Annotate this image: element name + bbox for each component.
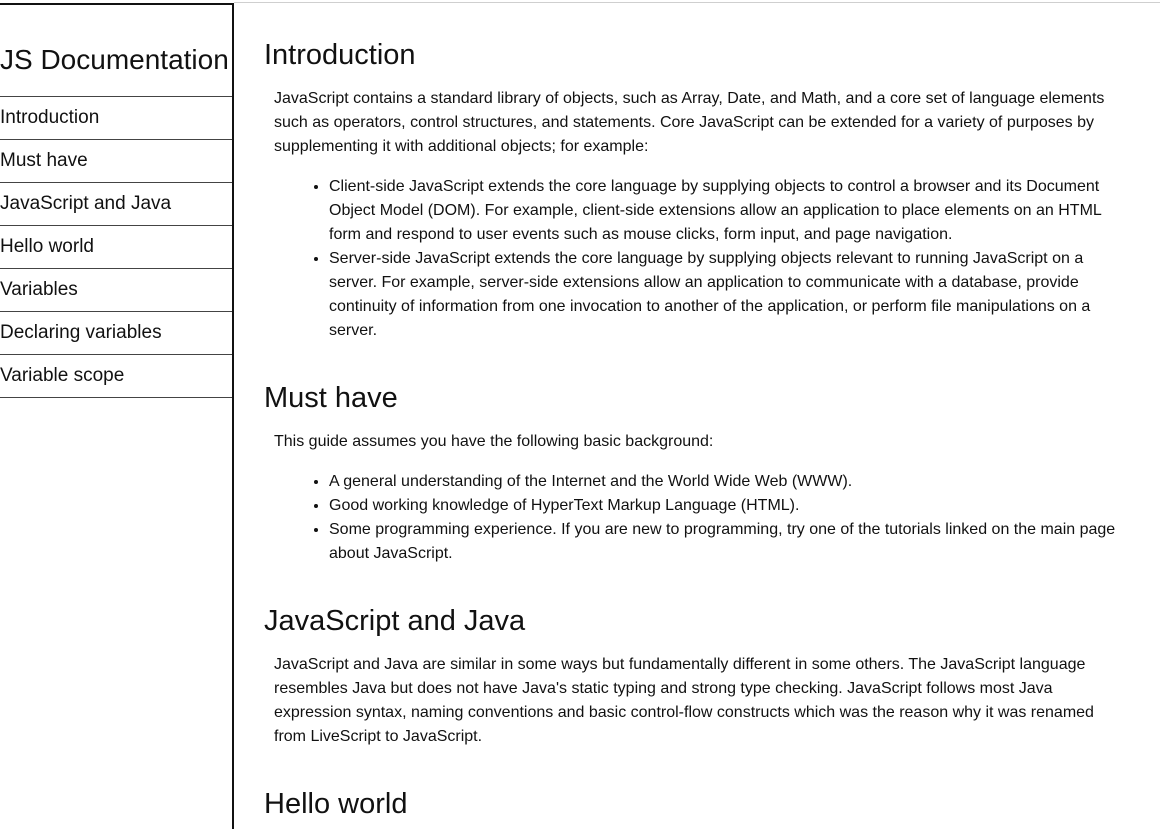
main-doc: Introduction JavaScript contains a stand…	[264, 0, 1134, 827]
section-title-introduction: Introduction	[264, 39, 416, 71]
nav-item-introduction: Introduction	[0, 97, 232, 140]
section-javascript-and-java: JavaScript and Java JavaScript and Java …	[264, 566, 1134, 749]
navbar-title: JS Documentation	[0, 5, 232, 97]
nav-link-must-have[interactable]: Must have	[0, 140, 232, 182]
nav-item-variable-scope: Variable scope	[0, 355, 232, 398]
section-title-javascript-and-java: JavaScript and Java	[264, 605, 526, 637]
nav-item-declaring-variables: Declaring variables	[0, 312, 232, 355]
nav-link-hello-world[interactable]: Hello world	[0, 226, 232, 268]
nav-link-variables[interactable]: Variables	[0, 269, 232, 311]
list-item: Good working knowledge of HyperText Mark…	[329, 494, 1124, 518]
nav-link-declaring-variables[interactable]: Declaring variables	[0, 312, 232, 354]
navbar: JS Documentation Introduction Must have …	[0, 3, 234, 829]
list-item: Server-side JavaScript extends the core …	[329, 247, 1124, 343]
section-introduction: Introduction JavaScript contains a stand…	[264, 0, 1134, 343]
section-paragraph: JavaScript and Java are similar in some …	[274, 656, 1094, 745]
nav-link-javascript-and-java[interactable]: JavaScript and Java	[0, 183, 232, 225]
section-title-hello-world: Hello world	[264, 788, 408, 820]
bullet-list: A general understanding of the Internet …	[264, 470, 1124, 566]
section-paragraph: JavaScript contains a standard library o…	[274, 90, 1105, 155]
nav-item-hello-world: Hello world	[0, 226, 232, 269]
section-hello-world: Hello world	[264, 749, 1134, 822]
list-item: Client-side JavaScript extends the core …	[329, 175, 1124, 247]
nav-link-variable-scope[interactable]: Variable scope	[0, 355, 232, 397]
section-must-have: Must have This guide assumes you have th…	[264, 343, 1134, 566]
list-item: A general understanding of the Internet …	[329, 470, 1124, 494]
section-title-must-have: Must have	[264, 382, 398, 414]
nav-item-javascript-and-java: JavaScript and Java	[0, 183, 232, 226]
section-paragraph: This guide assumes you have the followin…	[274, 433, 714, 450]
nav-link-introduction[interactable]: Introduction	[0, 97, 232, 139]
list-item: Some programming experience. If you are …	[329, 518, 1124, 566]
nav-list: Introduction Must have JavaScript and Ja…	[0, 97, 232, 398]
nav-item-variables: Variables	[0, 269, 232, 312]
nav-item-must-have: Must have	[0, 140, 232, 183]
bullet-list: Client-side JavaScript extends the core …	[264, 175, 1124, 343]
